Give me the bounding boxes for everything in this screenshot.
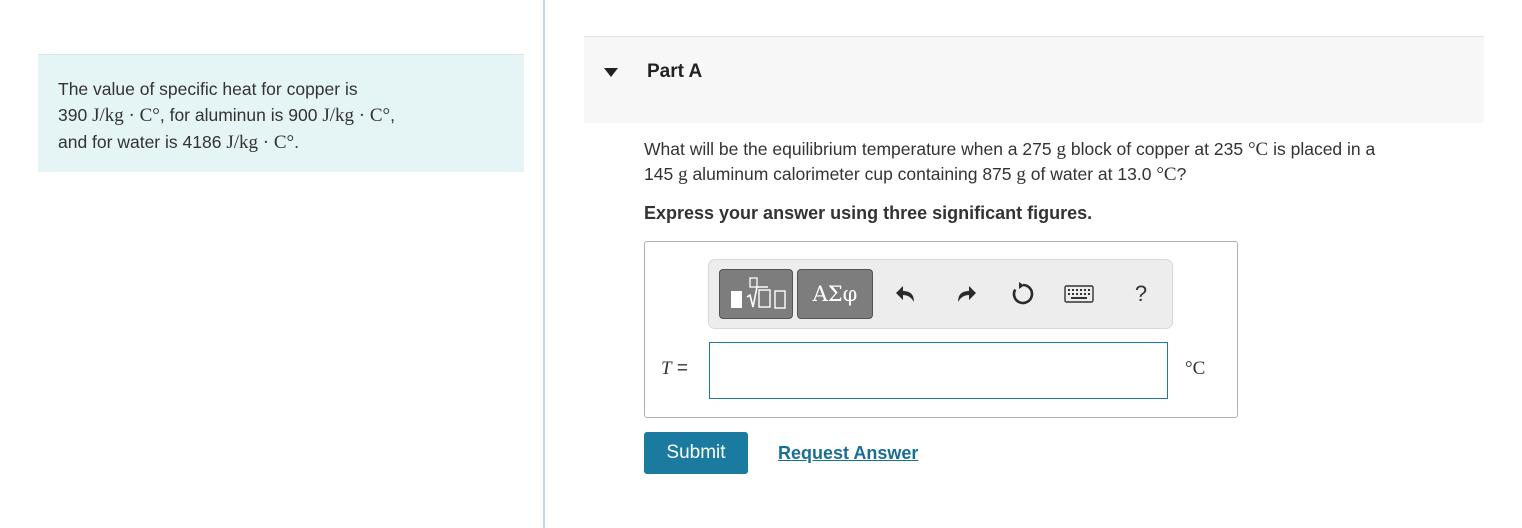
answer-input[interactable]	[709, 342, 1168, 399]
q-text-3: is placed in a	[1273, 139, 1376, 159]
copper-specific-heat: 390	[58, 105, 88, 125]
info-water-text: and for water is	[58, 132, 178, 152]
question-text: What will be the equilibrium temperature…	[644, 139, 1376, 185]
water-specific-heat: 4186	[182, 132, 222, 152]
help-icon[interactable]: ?	[1123, 274, 1159, 314]
water-mass: 875	[982, 164, 1012, 184]
column-divider	[543, 0, 545, 528]
answer-box: ΑΣφ ? T = °C	[644, 241, 1238, 418]
temp-unit: °C	[1156, 164, 1177, 185]
redo-icon[interactable]	[947, 274, 983, 314]
q-text-5: of water at	[1030, 164, 1113, 184]
variable-symbol: T	[661, 358, 672, 379]
mass-unit: g	[1056, 139, 1066, 160]
math-toolbar: ΑΣφ ?	[708, 259, 1173, 329]
submit-button[interactable]: Submit	[644, 432, 748, 474]
info-line-3: and for water is 4186 J/kg · C°.	[58, 132, 299, 153]
request-answer-link[interactable]: Request Answer	[778, 443, 918, 464]
mass-unit: g	[678, 164, 688, 185]
q-text-4: aluminum calorimeter cup containing	[692, 164, 978, 184]
templates-button[interactable]	[719, 269, 793, 319]
collapse-caret-icon[interactable]	[604, 68, 618, 77]
unit-water: J/kg · C°	[226, 132, 295, 153]
temp-unit: °C	[1247, 139, 1269, 160]
info-intro-text: The value of specific heat for copper is	[58, 79, 358, 99]
reset-icon[interactable]	[1005, 274, 1041, 314]
part-title: Part A	[647, 61, 703, 82]
answer-variable-label: T =	[661, 358, 688, 380]
greek-symbols-button[interactable]: ΑΣφ	[797, 269, 873, 319]
copper-temp: 235	[1213, 139, 1244, 159]
q-text-2: block of copper at	[1070, 139, 1209, 159]
specific-heat-info-panel: The value of specific heat for copper is…	[38, 54, 524, 172]
keyboard-icon[interactable]	[1061, 274, 1097, 314]
unit-copper: J/kg · C°	[92, 105, 160, 126]
templates-icon	[731, 277, 786, 309]
q-text-1: What will be the equilibrium temperature…	[644, 139, 1018, 159]
undo-icon[interactable]	[889, 274, 925, 314]
copper-mass: 275	[1022, 139, 1052, 159]
unit-aluminum: J/kg · C°	[322, 105, 391, 126]
part-a-header[interactable]: Part A	[584, 36, 1484, 123]
equals-sign: =	[676, 358, 688, 379]
info-line-1: The value of specific heat for copper is	[58, 76, 504, 102]
info-line-2: 390 J/kg · C°, for aluminun is 900 J/kg …	[58, 105, 395, 126]
answer-instruction: Express your answer using three signific…	[644, 203, 1093, 223]
mass-unit: g	[1016, 164, 1026, 185]
answer-unit: °C	[1185, 358, 1206, 379]
info-mid-text: , for aluminun is	[159, 105, 284, 125]
cup-mass: 145	[644, 164, 674, 184]
water-temp: 13.0	[1117, 164, 1152, 184]
aluminum-specific-heat: 900	[288, 105, 318, 125]
